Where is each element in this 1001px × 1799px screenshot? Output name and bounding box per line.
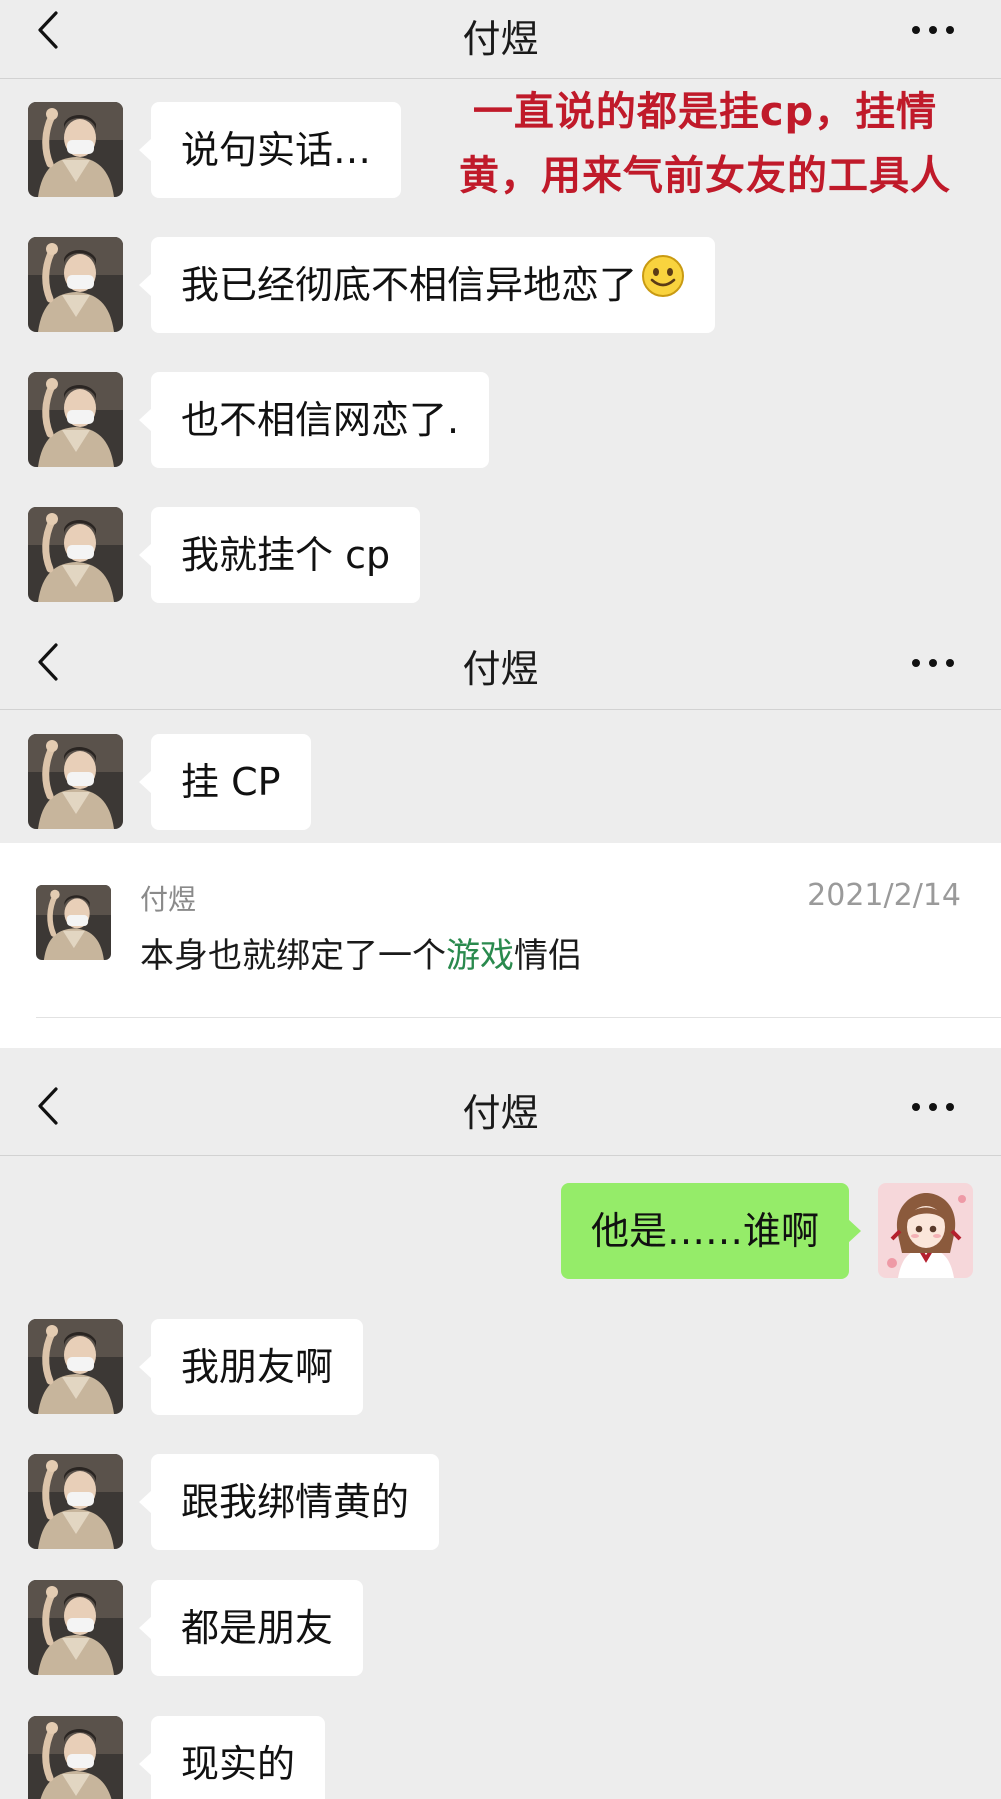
contact-avatar[interactable]: [28, 237, 123, 332]
message-row: 跟我绑情黄的: [0, 1454, 1001, 1550]
message-row: 我就挂个 cp: [0, 507, 1001, 603]
message-text: 我已经彻底不相信异地恋了: [181, 263, 638, 307]
message-row: 挂 CP: [0, 734, 1001, 830]
contact-avatar[interactable]: [28, 507, 123, 602]
more-dots-icon[interactable]: [911, 1102, 955, 1112]
message-bubble[interactable]: 说句实话…: [138, 102, 402, 198]
result-text-before: 本身也就绑定了一个: [140, 936, 446, 976]
message-bubble[interactable]: 我朋友啊: [138, 1319, 364, 1415]
nav-bar: 付煜: [0, 0, 1001, 79]
contact-avatar[interactable]: [28, 372, 123, 467]
nav-bar: 付煜: [0, 1048, 1001, 1156]
contact-avatar[interactable]: [28, 734, 123, 829]
message-bubble[interactable]: 跟我绑情黄的: [138, 1454, 440, 1550]
message-bubble[interactable]: 我就挂个 cp: [138, 507, 421, 603]
annotation-line: 一直说的都是挂cp，挂情: [472, 89, 938, 135]
message-row: 我已经彻底不相信异地恋了: [0, 237, 1001, 333]
chat-title: 付煜: [462, 647, 539, 691]
chat-screen-1: 付煜 说句实话… 我已经彻底不相信异地恋了 也不相信网恋了. 我就挂个 cp 一…: [0, 0, 1001, 616]
message-bubble[interactable]: 也不相信网恋了.: [138, 372, 490, 468]
more-dots-icon[interactable]: [911, 658, 955, 668]
divider: [36, 1017, 1001, 1018]
chat-screen-3: 付煜 他是……谁啊 我朋友啊 跟我绑情黄的 都是朋友 现实的: [0, 1048, 1001, 1799]
message-bubble[interactable]: 现实的: [138, 1716, 326, 1799]
message-bubble[interactable]: 挂 CP: [139, 734, 311, 830]
smile-emoji-icon: [641, 237, 685, 333]
result-message-text: 本身也就绑定了一个游戏情侣: [140, 928, 582, 977]
message-bubble[interactable]: 都是朋友: [138, 1580, 364, 1676]
result-text-after: 情侣: [514, 936, 582, 976]
search-keyword-highlight: 游戏: [446, 936, 514, 976]
red-annotation: 一直说的都是挂cp，挂情 黄，用来气前女友的工具人: [430, 80, 980, 208]
message-row: 也不相信网恋了.: [0, 372, 1001, 468]
message-row: 现实的: [0, 1716, 1001, 1799]
anime-girl-avatar-icon[interactable]: [878, 1183, 973, 1278]
contact-avatar[interactable]: [28, 1716, 123, 1799]
annotation-line: 黄，用来气前女友的工具人: [459, 153, 951, 199]
chat-title: 付煜: [462, 1091, 539, 1135]
message-row-self: 他是……谁啊: [0, 1183, 1001, 1279]
contact-avatar[interactable]: [28, 1580, 123, 1675]
message-row: 我朋友啊: [0, 1319, 1001, 1415]
chat-title: 付煜: [462, 17, 539, 61]
nav-bar: 付煜: [0, 616, 1001, 710]
chat-screen-2: 付煜 挂 CP: [0, 616, 1001, 843]
contact-avatar[interactable]: [28, 1319, 123, 1414]
message-row: 都是朋友: [0, 1580, 1001, 1676]
contact-avatar[interactable]: [28, 102, 123, 197]
result-sender-name: 付煜: [140, 883, 197, 916]
result-date: 2021/2/14: [807, 878, 961, 913]
my-message-bubble[interactable]: 他是……谁啊: [560, 1183, 862, 1279]
contact-avatar: [36, 885, 111, 960]
contact-avatar[interactable]: [28, 1454, 123, 1549]
search-result-item[interactable]: 付煜 2021/2/14 本身也就绑定了一个游戏情侣: [0, 843, 1001, 1048]
more-dots-icon[interactable]: [911, 25, 955, 35]
message-bubble[interactable]: 我已经彻底不相信异地恋了: [138, 237, 716, 333]
